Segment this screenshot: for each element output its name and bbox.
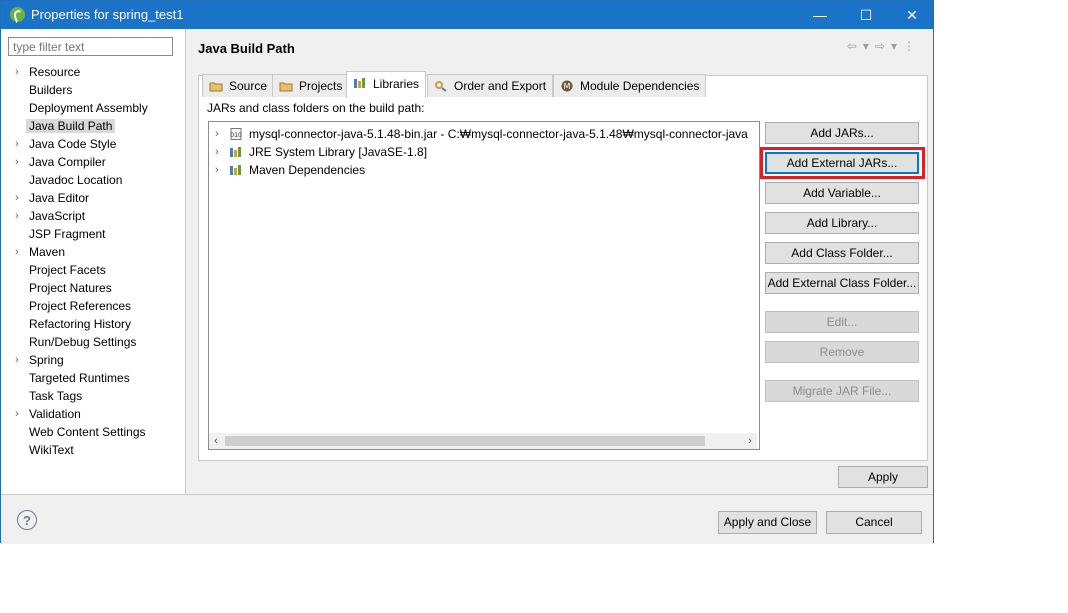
add-library-button[interactable]: Add Library... xyxy=(765,212,919,234)
properties-dialog: Properties for spring_test1 — ☐ ✕ ›Resou… xyxy=(0,0,934,544)
add-class-folder-button[interactable]: Add Class Folder... xyxy=(765,242,919,264)
tree-item-java-build-path[interactable]: Java Build Path xyxy=(1,117,185,135)
expand-chevron-icon[interactable]: › xyxy=(15,351,25,369)
svg-text:M: M xyxy=(564,82,571,91)
tab-source[interactable]: Source xyxy=(202,74,275,97)
scroll-left-icon[interactable]: ‹ xyxy=(209,433,223,449)
property-tree: › Resource Builders Deployment Assembly J… xyxy=(1,63,185,459)
tree-item-resource[interactable]: › Resource xyxy=(1,63,185,81)
tree-item-deployment-assembly[interactable]: Deployment Assembly xyxy=(1,99,185,117)
build-path-label: JARs and class folders on the build path… xyxy=(207,101,425,115)
tree-item-web-content-settings[interactable]: Web Content Settings xyxy=(1,423,185,441)
tree-item-run-debug-settings[interactable]: Run/Debug Settings xyxy=(1,333,185,351)
add-external-jars-button[interactable]: Add External JARs... xyxy=(765,152,919,174)
libraries-icon xyxy=(354,78,365,88)
expand-chevron-icon[interactable]: › xyxy=(215,161,219,179)
expand-chevron-icon[interactable]: › xyxy=(15,405,25,423)
build-path-list[interactable]: › 010 mysql-connector-java-5.1.48-bin.ja… xyxy=(208,121,760,450)
property-page: Java Build Path ⇦▾⇨▾⋮ Source Projects Li… xyxy=(186,29,933,494)
expand-chevron-icon[interactable]: › xyxy=(15,63,25,81)
maximize-button[interactable]: ☐ xyxy=(843,1,889,29)
library-icon xyxy=(230,147,241,157)
tree-item-refactoring-history[interactable]: Refactoring History xyxy=(1,315,185,333)
tree-item-jsp-fragment[interactable]: JSP Fragment xyxy=(1,225,185,243)
spring-logo-icon xyxy=(10,7,25,22)
tab-libraries[interactable]: Libraries xyxy=(346,71,427,98)
back-arrow-icon[interactable]: ⇦ xyxy=(847,39,863,53)
tree-item-java-editor[interactable]: › Java Editor xyxy=(1,189,185,207)
apply-button[interactable]: Apply xyxy=(838,466,928,488)
svg-text:010: 010 xyxy=(230,132,242,139)
add-external-class-folder-button[interactable]: Add External Class Folder... xyxy=(765,272,919,294)
page-navigation: ⇦▾⇨▾⋮ xyxy=(847,39,921,53)
close-button[interactable]: ✕ xyxy=(889,1,935,29)
tree-item-project-facets[interactable]: Project Facets xyxy=(1,261,185,279)
button-bar: ? Apply and Close Cancel xyxy=(1,494,933,544)
list-item[interactable]: › Maven Dependencies xyxy=(209,161,759,179)
order-export-icon xyxy=(435,81,447,92)
add-jars-button[interactable]: Add JARs... xyxy=(765,122,919,144)
expand-chevron-icon[interactable]: › xyxy=(15,243,25,261)
back-menu-chevron-icon[interactable]: ▾ xyxy=(863,39,875,53)
remove-button[interactable]: Remove xyxy=(765,341,919,363)
list-item[interactable]: › JRE System Library [JavaSE-1.8] xyxy=(209,143,759,161)
filter-input[interactable] xyxy=(8,37,173,56)
tree-item-maven[interactable]: › Maven xyxy=(1,243,185,261)
project-folder-icon xyxy=(279,82,293,92)
help-icon[interactable]: ? xyxy=(17,510,37,530)
list-item[interactable]: › 010 mysql-connector-java-5.1.48-bin.ja… xyxy=(209,125,759,143)
expand-chevron-icon[interactable]: › xyxy=(15,189,25,207)
jar-icon: 010 xyxy=(230,128,242,140)
tree-item-wikitext[interactable]: WikiText xyxy=(1,441,185,459)
view-menu-icon[interactable]: ⋮ xyxy=(903,39,921,53)
tree-item-javadoc-location[interactable]: Javadoc Location xyxy=(1,171,185,189)
expand-chevron-icon[interactable]: › xyxy=(15,153,25,171)
expand-chevron-icon[interactable]: › xyxy=(15,207,25,225)
tree-item-javascript[interactable]: › JavaScript xyxy=(1,207,185,225)
tree-item-task-tags[interactable]: Task Tags xyxy=(1,387,185,405)
tree-item-project-natures[interactable]: Project Natures xyxy=(1,279,185,297)
title-bar: Properties for spring_test1 — ☐ ✕ xyxy=(1,1,933,29)
expand-chevron-icon[interactable]: › xyxy=(215,125,219,143)
expand-chevron-icon[interactable]: › xyxy=(15,135,25,153)
scrollbar-thumb[interactable] xyxy=(225,436,705,446)
horizontal-scrollbar[interactable]: ‹ › xyxy=(209,433,757,449)
tree-item-validation[interactable]: › Validation xyxy=(1,405,185,423)
cancel-button[interactable]: Cancel xyxy=(826,511,922,534)
property-navigation: ›Resource Builders Deployment Assembly J… xyxy=(1,29,186,494)
module-icon: M xyxy=(561,80,573,92)
edit-button[interactable]: Edit... xyxy=(765,311,919,333)
tree-item-spring[interactable]: › Spring xyxy=(1,351,185,369)
tab-projects[interactable]: Projects xyxy=(272,74,350,97)
forward-menu-chevron-icon[interactable]: ▾ xyxy=(891,39,903,53)
tree-item-java-code-style[interactable]: › Java Code Style xyxy=(1,135,185,153)
expand-chevron-icon[interactable]: › xyxy=(215,143,219,161)
minimize-button[interactable]: — xyxy=(797,1,843,29)
source-folder-icon xyxy=(209,82,223,92)
scroll-right-icon[interactable]: › xyxy=(743,433,757,449)
add-variable-button[interactable]: Add Variable... xyxy=(765,182,919,204)
tree-item-java-compiler[interactable]: › Java Compiler xyxy=(1,153,185,171)
tree-item-builders[interactable]: Builders xyxy=(1,81,185,99)
tab-order-and-export[interactable]: Order and Export xyxy=(427,74,554,97)
tree-item-targeted-runtimes[interactable]: Targeted Runtimes xyxy=(1,369,185,387)
tab-module-dependencies[interactable]: M Module Dependencies xyxy=(553,74,707,97)
migrate-jar-button[interactable]: Migrate JAR File... xyxy=(765,380,919,402)
window-title: Properties for spring_test1 xyxy=(31,7,184,22)
apply-and-close-button[interactable]: Apply and Close xyxy=(718,511,817,534)
page-title: Java Build Path xyxy=(198,41,295,56)
forward-arrow-icon[interactable]: ⇨ xyxy=(875,39,891,53)
library-icon xyxy=(230,165,241,175)
tree-item-project-references[interactable]: Project References xyxy=(1,297,185,315)
